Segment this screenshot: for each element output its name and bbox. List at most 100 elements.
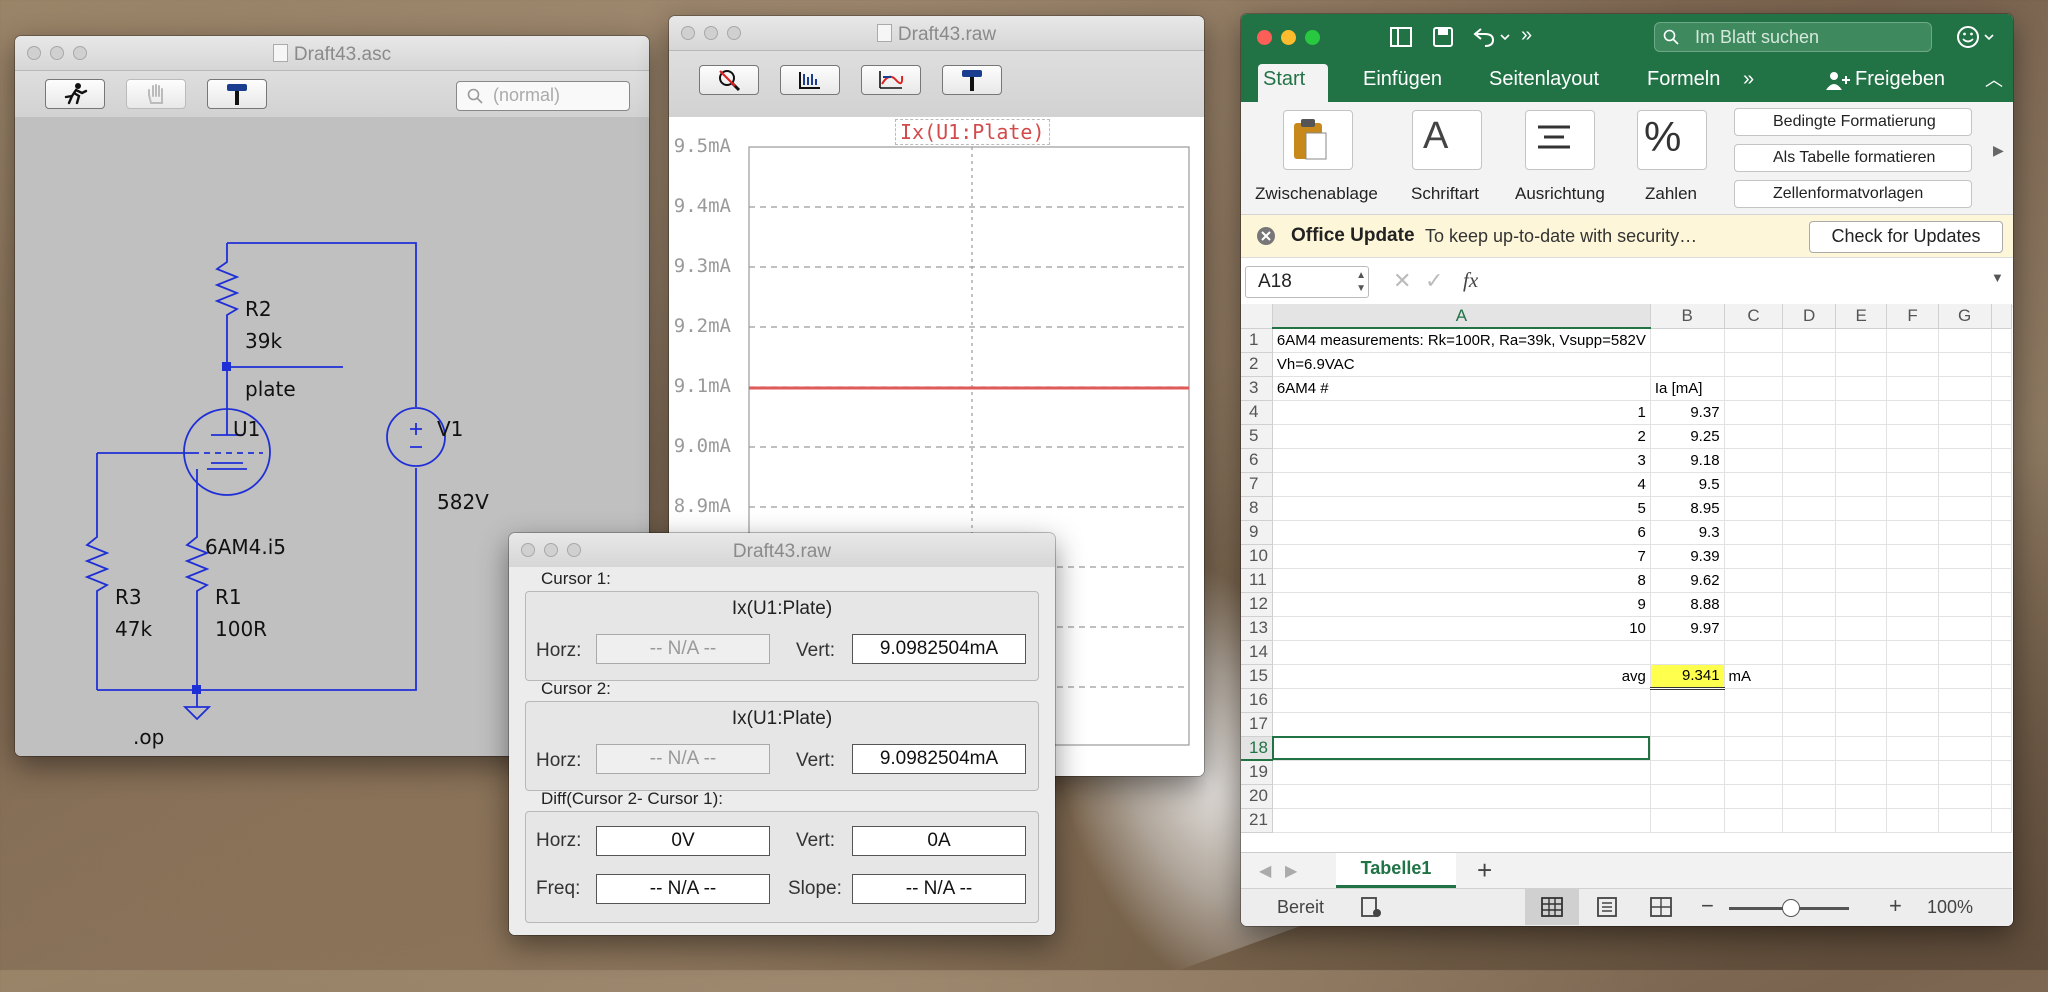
sheet-search-field[interactable]: Im Blatt suchen — [1654, 22, 1932, 52]
page-layout-icon[interactable] — [1595, 896, 1619, 918]
cell-g17[interactable] — [1938, 712, 1992, 737]
cell-c1[interactable] — [1724, 328, 1784, 353]
v1-value[interactable]: 582V — [437, 490, 489, 514]
undo-icon[interactable] — [1471, 26, 1511, 48]
cell-h14[interactable] — [1991, 640, 2012, 665]
cell-b20[interactable] — [1650, 784, 1725, 809]
cell-e12[interactable] — [1835, 592, 1888, 617]
cell-e14[interactable] — [1835, 640, 1888, 665]
cell-h3[interactable] — [1991, 376, 2012, 401]
cell-f1[interactable] — [1886, 328, 1939, 353]
cell-a4[interactable]: 1 — [1272, 400, 1651, 425]
cell-g14[interactable] — [1938, 640, 1992, 665]
cell-c12[interactable] — [1724, 592, 1784, 617]
cell-f13[interactable] — [1886, 616, 1939, 641]
cell-b5[interactable]: 9.25 — [1650, 424, 1725, 449]
cell-h19[interactable] — [1991, 760, 2012, 785]
row-header[interactable]: 5 — [1241, 424, 1273, 449]
cell-c21[interactable] — [1724, 808, 1784, 833]
cell-e13[interactable] — [1835, 616, 1888, 641]
zoom-button[interactable] — [1305, 30, 1320, 45]
cell-h12[interactable] — [1991, 592, 2012, 617]
cell-c2[interactable] — [1724, 352, 1784, 377]
u1-name[interactable]: U1 — [233, 417, 260, 441]
row-header[interactable]: 6 — [1241, 448, 1273, 473]
cell-g4[interactable] — [1938, 400, 1992, 425]
row-header[interactable]: 17 — [1241, 712, 1273, 737]
page-break-icon[interactable] — [1649, 896, 1673, 918]
cell-h5[interactable] — [1991, 424, 2012, 449]
r3-name[interactable]: R3 — [115, 585, 142, 609]
cell-d12[interactable] — [1782, 592, 1836, 617]
cell-a19[interactable] — [1272, 760, 1651, 785]
cell-a8[interactable]: 5 — [1272, 496, 1651, 521]
cell-f15[interactable] — [1886, 664, 1939, 689]
cell-b15[interactable]: 9.341 — [1650, 664, 1725, 690]
column-header-a[interactable]: A — [1272, 304, 1651, 329]
cell-f5[interactable] — [1886, 424, 1939, 449]
cell-g20[interactable] — [1938, 784, 1992, 809]
cell-f19[interactable] — [1886, 760, 1939, 785]
cell-c8[interactable] — [1724, 496, 1784, 521]
cell-e6[interactable] — [1835, 448, 1888, 473]
cell-g16[interactable] — [1938, 688, 1992, 713]
cell-c13[interactable] — [1724, 616, 1784, 641]
cell-b16[interactable] — [1650, 688, 1725, 713]
cell-d21[interactable] — [1782, 808, 1836, 833]
worksheet-grid[interactable]: ABCDEFG 1 6AM4 measurements: Rk=100R, Ra=… — [1241, 304, 2012, 852]
cell-h8[interactable] — [1991, 496, 2012, 521]
row-header[interactable]: 13 — [1241, 616, 1273, 641]
cell-f3[interactable] — [1886, 376, 1939, 401]
cell-b3[interactable]: Ia [mA] — [1650, 376, 1725, 401]
cell-b19[interactable] — [1650, 760, 1725, 785]
cell-f9[interactable] — [1886, 520, 1939, 545]
cell-a11[interactable]: 8 — [1272, 568, 1651, 593]
cell-styles-button[interactable]: Zellenformatvorlagen — [1734, 180, 1972, 208]
cell-a21[interactable] — [1272, 808, 1651, 833]
prev-sheet-icon[interactable]: ◀ — [1259, 861, 1271, 881]
row-header[interactable]: 14 — [1241, 640, 1273, 665]
cell-b17[interactable] — [1650, 712, 1725, 737]
cell-g3[interactable] — [1938, 376, 1992, 401]
cell-b10[interactable]: 9.39 — [1650, 544, 1725, 569]
cell-c10[interactable] — [1724, 544, 1784, 569]
cell-h17[interactable] — [1991, 712, 2012, 737]
cell-g5[interactable] — [1938, 424, 1992, 449]
row-header[interactable]: 21 — [1241, 808, 1273, 833]
cell-e20[interactable] — [1835, 784, 1888, 809]
cell-g1[interactable] — [1938, 328, 1992, 353]
cancel-icon[interactable]: ✕ — [1393, 268, 1411, 294]
cell-d17[interactable] — [1782, 712, 1836, 737]
cell-c4[interactable] — [1724, 400, 1784, 425]
name-box-stepper-icon[interactable]: ▲ ▼ — [1356, 269, 1366, 295]
cell-e8[interactable] — [1835, 496, 1888, 521]
add-sheet-icon[interactable]: + — [1477, 855, 1492, 886]
row-header[interactable]: 19 — [1241, 760, 1273, 785]
cell-a2[interactable]: Vh=6.9VAC — [1272, 352, 1651, 377]
cell-h21[interactable] — [1991, 808, 2012, 833]
column-header-e[interactable]: E — [1835, 304, 1888, 329]
hammer-button[interactable] — [207, 79, 267, 109]
ribbon-scroll-right-icon[interactable]: ▶ — [1993, 142, 2004, 159]
cell-f17[interactable] — [1886, 712, 1939, 737]
cell-f14[interactable] — [1886, 640, 1939, 665]
dismiss-icon[interactable] — [1255, 225, 1277, 247]
cell-g6[interactable] — [1938, 448, 1992, 473]
cell-e18[interactable] — [1835, 736, 1888, 761]
cell-f18[interactable] — [1886, 736, 1939, 761]
cell-e7[interactable] — [1835, 472, 1888, 497]
cell-g8[interactable] — [1938, 496, 1992, 521]
cursor2-vert-field[interactable]: 9.0982504mA — [852, 744, 1026, 774]
cell-a3[interactable]: 6AM4 # — [1272, 376, 1651, 401]
r2-value[interactable]: 39k — [245, 329, 282, 353]
sidebar-icon[interactable] — [1389, 26, 1413, 48]
cell-e10[interactable] — [1835, 544, 1888, 569]
run-button[interactable] — [45, 79, 105, 109]
cell-a9[interactable]: 6 — [1272, 520, 1651, 545]
cell-g13[interactable] — [1938, 616, 1992, 641]
row-header[interactable]: 18 — [1241, 736, 1273, 761]
cell-f20[interactable] — [1886, 784, 1939, 809]
check-updates-button[interactable]: Check for Updates — [1809, 221, 2003, 253]
cell-c5[interactable] — [1724, 424, 1784, 449]
cell-d2[interactable] — [1782, 352, 1836, 377]
